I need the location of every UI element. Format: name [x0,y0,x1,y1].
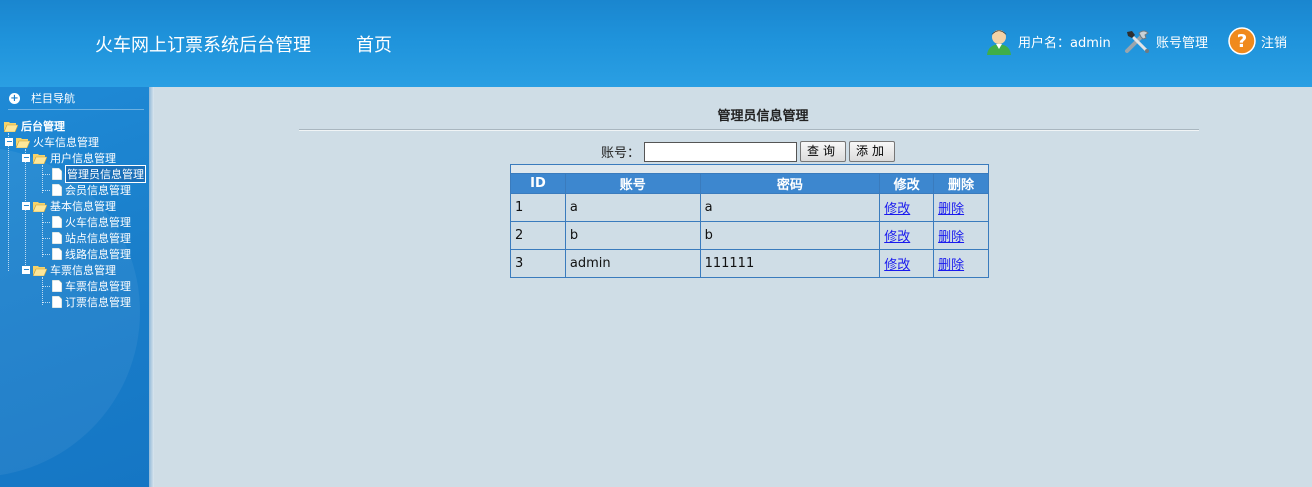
svg-text:?: ? [1237,31,1247,52]
cell-id: 1 [510,193,566,222]
edit-link[interactable]: 修改 [884,258,910,273]
document-icon [52,184,62,196]
admin-table: ID 账号 密码 修改 删除 1 a a 修改 删除 2 b b 修改 删除 3… [510,164,989,278]
nav-header: + 栏目导航 [0,87,149,109]
home-link[interactable]: 首页 [356,31,392,57]
cell-id: 2 [510,221,566,250]
sidebar-splitter[interactable] [149,87,154,487]
tree-item-admin[interactable]: 管理员信息管理 [52,165,146,183]
tree-item-train[interactable]: 火车信息管理 [52,215,131,229]
col-header-password: 密码 [699,173,881,194]
collapse-icon[interactable]: − [5,138,13,146]
tree-item-station[interactable]: 站点信息管理 [52,231,131,245]
tree-root[interactable]: 后台管理 [4,119,65,133]
delete-link[interactable]: 删除 [938,202,964,217]
col-header-edit: 修改 [879,173,935,194]
cell-password: a [699,193,881,222]
nav-title: 栏目导航 [31,92,75,105]
cell-id: 3 [510,249,566,278]
table-header-row: ID 账号 密码 修改 删除 [510,173,989,194]
plus-icon: + [9,92,20,104]
table-row: 1 a a 修改 删除 [510,193,989,222]
cell-password: b [699,221,881,250]
tools-icon [1125,30,1149,53]
folder-open-icon [16,137,30,148]
top-header: 火车网上订票系统后台管理 首页 用户名：admin 账号管理 ? 注销 [0,0,1312,87]
user-info: 用户名：admin [984,25,1111,57]
cell-account: a [564,193,701,222]
tree-group-train[interactable]: − 火车信息管理 [5,135,99,149]
folder-open-icon [33,153,47,164]
query-button[interactable]: 查询 [800,141,847,162]
collapse-icon[interactable]: − [22,154,30,162]
account-search-input[interactable] [644,141,798,162]
delete-link[interactable]: 删除 [938,230,964,245]
tree-item-route[interactable]: 线路信息管理 [52,247,131,261]
folder-open-icon [4,121,18,132]
document-icon [52,168,62,180]
collapse-icon[interactable]: − [22,202,30,210]
tree-section-user[interactable]: − 用户信息管理 [22,151,116,165]
user-name-label: 用户名：admin [1018,35,1111,51]
page-title: 管理员信息管理 [717,109,809,124]
edit-link[interactable]: 修改 [884,202,910,217]
add-button[interactable]: 添加 [849,141,896,162]
document-icon [52,248,62,260]
logout-label: 注销 [1261,35,1288,51]
cell-account: admin [564,249,701,278]
col-header-delete: 删除 [933,173,989,194]
title-divider [299,129,1199,131]
col-header-account: 账号 [564,173,701,194]
tree-item-member[interactable]: 会员信息管理 [52,183,131,197]
account-manage-link[interactable]: 账号管理 [1122,25,1208,57]
table-row: 2 b b 修改 删除 [510,221,989,250]
collapse-icon[interactable]: − [22,266,30,274]
cell-password: 111111 [699,249,881,278]
document-icon [52,216,62,228]
cell-account: b [564,221,701,250]
help-question-icon: ? [1228,27,1256,55]
search-label: 账号： [601,146,641,161]
account-manage-label: 账号管理 [1156,35,1209,51]
document-icon [52,280,62,292]
app-title: 火车网上订票系统后台管理 [95,35,311,56]
table-row: 3 admin 111111 修改 删除 [510,249,989,278]
tree-section-basic[interactable]: − 基本信息管理 [22,199,116,213]
document-icon [52,296,62,308]
logout-link[interactable]: ? 注销 [1227,25,1287,57]
search-bar: 账号： 查询 添加 [601,141,896,162]
tree-section-ticket[interactable]: − 车票信息管理 [22,263,116,277]
tree-item-ticket[interactable]: 车票信息管理 [52,279,131,293]
col-header-id: ID [510,173,566,194]
user-avatar-icon [987,30,1011,55]
folder-open-icon [33,201,47,212]
document-icon [52,232,62,244]
sidebar: + 栏目导航 后台管理 − 火车信息管理 − 用户信息管理 管理员信息管理 会员… [0,87,149,487]
folder-open-icon [33,265,47,276]
edit-link[interactable]: 修改 [884,230,910,245]
tree-item-booking[interactable]: 订票信息管理 [52,295,131,309]
delete-link[interactable]: 删除 [938,258,964,273]
